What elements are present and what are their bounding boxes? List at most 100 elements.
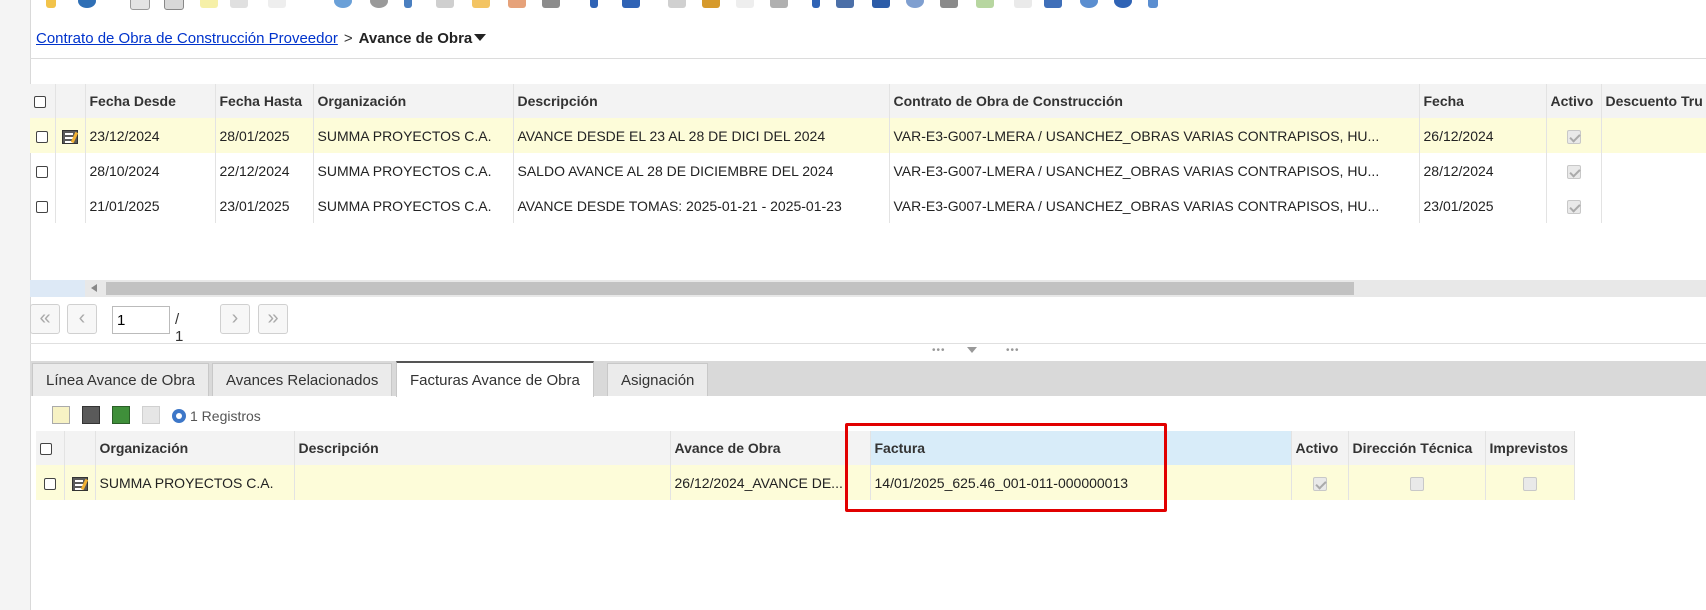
pin-icon[interactable]	[812, 0, 820, 8]
tab-facturas-avance[interactable]: Facturas Avance de Obra	[396, 361, 594, 397]
gear-icon[interactable]	[906, 0, 924, 8]
cell-fecha[interactable]: 26/12/2024	[1419, 118, 1547, 153]
scrollbar-thumb[interactable]	[106, 282, 1354, 295]
page-number-input[interactable]	[112, 306, 170, 334]
col-activo[interactable]: Activo	[1546, 84, 1602, 118]
row-checkbox[interactable]	[36, 165, 49, 178]
chat-icon[interactable]	[436, 0, 454, 8]
cell-organizacion[interactable]: SUMMA PROYECTOS C.A.	[313, 188, 514, 223]
gear-icon[interactable]	[172, 409, 186, 423]
cell-organizacion[interactable]: SUMMA PROYECTOS C.A.	[313, 153, 514, 188]
cell-avance-de-obra[interactable]: 26/12/2024_AVANCE DE...	[670, 465, 871, 500]
prev-page-button[interactable]: ‹	[67, 304, 97, 334]
cell-descuento[interactable]	[1601, 118, 1706, 153]
doc-icon[interactable]	[668, 0, 686, 8]
row-edit-cell[interactable]	[55, 118, 86, 153]
col-fecha-hasta[interactable]: Fecha Hasta	[215, 84, 314, 118]
cell-fecha-desde[interactable]: 23/12/2024	[85, 118, 216, 153]
archive-icon[interactable]	[702, 0, 720, 8]
cell-contrato[interactable]: VAR-E3-G007-LMERA / USANCHEZ_OBRAS VARIA…	[889, 188, 1420, 223]
row-checkbox-cell[interactable]	[30, 118, 56, 153]
scroll-left-arrow-icon[interactable]	[91, 284, 97, 292]
grid-icon[interactable]	[542, 0, 560, 8]
report-icon[interactable]	[508, 0, 526, 8]
cell-fecha-desde[interactable]: 28/10/2024	[85, 153, 216, 188]
undo-icon[interactable]	[268, 0, 286, 8]
select-all-checkbox[interactable]	[40, 443, 52, 456]
tab-asignacion[interactable]: Asignación	[607, 363, 709, 396]
help-icon[interactable]	[78, 0, 96, 8]
row-checkbox[interactable]	[36, 130, 49, 143]
breadcrumb-parent-link[interactable]: Contrato de Obra de Construcción Proveed…	[36, 30, 338, 47]
cell-descuento[interactable]	[1601, 153, 1706, 188]
cell-contrato[interactable]: VAR-E3-G007-LMERA / USANCHEZ_OBRAS VARIA…	[889, 153, 1420, 188]
cell-organizacion[interactable]: SUMMA PROYECTOS C.A.	[313, 118, 514, 153]
select-all-checkbox[interactable]	[34, 96, 46, 109]
link-icon[interactable]	[1148, 0, 1158, 8]
col-direccion-tecnica[interactable]: Dirección Técnica	[1348, 431, 1486, 465]
breadcrumb-current[interactable]: Avance de Obra	[359, 30, 473, 47]
up-icon[interactable]	[590, 0, 598, 8]
cell-fecha-hasta[interactable]: 22/12/2024	[215, 153, 314, 188]
last-page-button[interactable]: »	[258, 304, 288, 334]
col-organizacion[interactable]: Organización	[95, 431, 295, 465]
col-descripcion[interactable]: Descripción	[513, 84, 890, 118]
refresh-icon[interactable]	[334, 0, 352, 8]
col-avance-de-obra[interactable]: Avance de Obra	[670, 431, 871, 465]
dropdown-caret-icon[interactable]	[474, 34, 487, 41]
cell-fecha-desde[interactable]: 21/01/2025	[85, 188, 216, 223]
print-icon[interactable]	[230, 0, 248, 8]
delete-record-icon[interactable]	[112, 406, 130, 424]
col-imprevistos[interactable]: Imprevistos	[1485, 431, 1575, 465]
page-icon[interactable]	[1014, 0, 1032, 8]
cell-descripcion[interactable]: AVANCE DESDE TOMAS: 2025-01-21 - 2025-01…	[513, 188, 890, 223]
col-contrato[interactable]: Contrato de Obra de Construcción	[889, 84, 1420, 118]
save-record-icon[interactable]	[142, 406, 160, 424]
users-icon[interactable]	[836, 0, 854, 8]
stack-icon[interactable]	[1044, 0, 1062, 8]
cell-fecha-hasta[interactable]: 23/01/2025	[215, 188, 314, 223]
cell-fecha[interactable]: 23/01/2025	[1419, 188, 1547, 223]
zoom-icon[interactable]	[770, 0, 788, 8]
mail-icon[interactable]	[736, 0, 754, 8]
new-record-icon[interactable]	[52, 406, 70, 424]
horizontal-scrollbar[interactable]	[30, 280, 1706, 297]
cell-fecha-hasta[interactable]: 28/01/2025	[215, 118, 314, 153]
down-icon[interactable]	[622, 0, 640, 8]
edit-record-icon[interactable]	[62, 129, 78, 144]
row-checkbox[interactable]	[43, 477, 56, 490]
copy-icon[interactable]	[164, 0, 184, 10]
cell-descripcion[interactable]	[294, 465, 671, 500]
tab-linea-avance[interactable]: Línea Avance de Obra	[32, 363, 210, 396]
new-icon[interactable]	[130, 0, 150, 10]
col-activo[interactable]: Activo	[1291, 431, 1349, 465]
cell-descuento[interactable]	[1601, 188, 1706, 223]
col-fecha-desde[interactable]: Fecha Desde	[85, 84, 216, 118]
tab-avances-relacionados[interactable]: Avances Relacionados	[212, 363, 393, 396]
col-factura[interactable]: Factura	[870, 431, 1292, 465]
row-checkbox-cell[interactable]	[36, 465, 65, 500]
collapse-arrow-icon[interactable]	[967, 347, 977, 353]
col-descripcion[interactable]: Descripción	[294, 431, 671, 465]
row-checkbox-cell[interactable]	[30, 188, 56, 223]
edit-record-icon[interactable]	[71, 476, 88, 491]
next-page-button[interactable]: ›	[220, 304, 250, 334]
cell-contrato[interactable]: VAR-E3-G007-LMERA / USANCHEZ_OBRAS VARIA…	[889, 118, 1420, 153]
table-row[interactable]: 23/12/2024 28/01/2025 SUMMA PROYECTOS C.…	[30, 118, 1706, 153]
row-checkbox-cell[interactable]	[30, 153, 56, 188]
col-fecha[interactable]: Fecha	[1419, 84, 1547, 118]
info-icon[interactable]	[1114, 0, 1132, 8]
edit-record-icon[interactable]	[82, 406, 100, 424]
cell-descripcion[interactable]: AVANCE DESDE EL 23 AL 28 DE DICI DEL 202…	[513, 118, 890, 153]
cell-descripcion[interactable]: SALDO AVANCE AL 28 DE DICIEMBRE DEL 2024	[513, 153, 890, 188]
table-row[interactable]: 28/10/2024 22/12/2024 SUMMA PROYECTOS C.…	[30, 153, 1706, 188]
attachment-icon[interactable]	[404, 0, 412, 8]
save-icon[interactable]	[872, 0, 890, 8]
row-checkbox[interactable]	[36, 200, 49, 213]
select-all-checkbox-cell[interactable]	[30, 84, 56, 118]
row-edit-cell[interactable]	[64, 465, 96, 500]
toolbar-icon[interactable]	[46, 0, 56, 8]
globe-icon[interactable]	[1080, 0, 1098, 8]
table-row[interactable]: SUMMA PROYECTOS C.A. 26/12/2024_AVANCE D…	[36, 465, 1575, 500]
cell-factura[interactable]: 14/01/2025_625.46_001-011-000000013	[870, 465, 1292, 500]
